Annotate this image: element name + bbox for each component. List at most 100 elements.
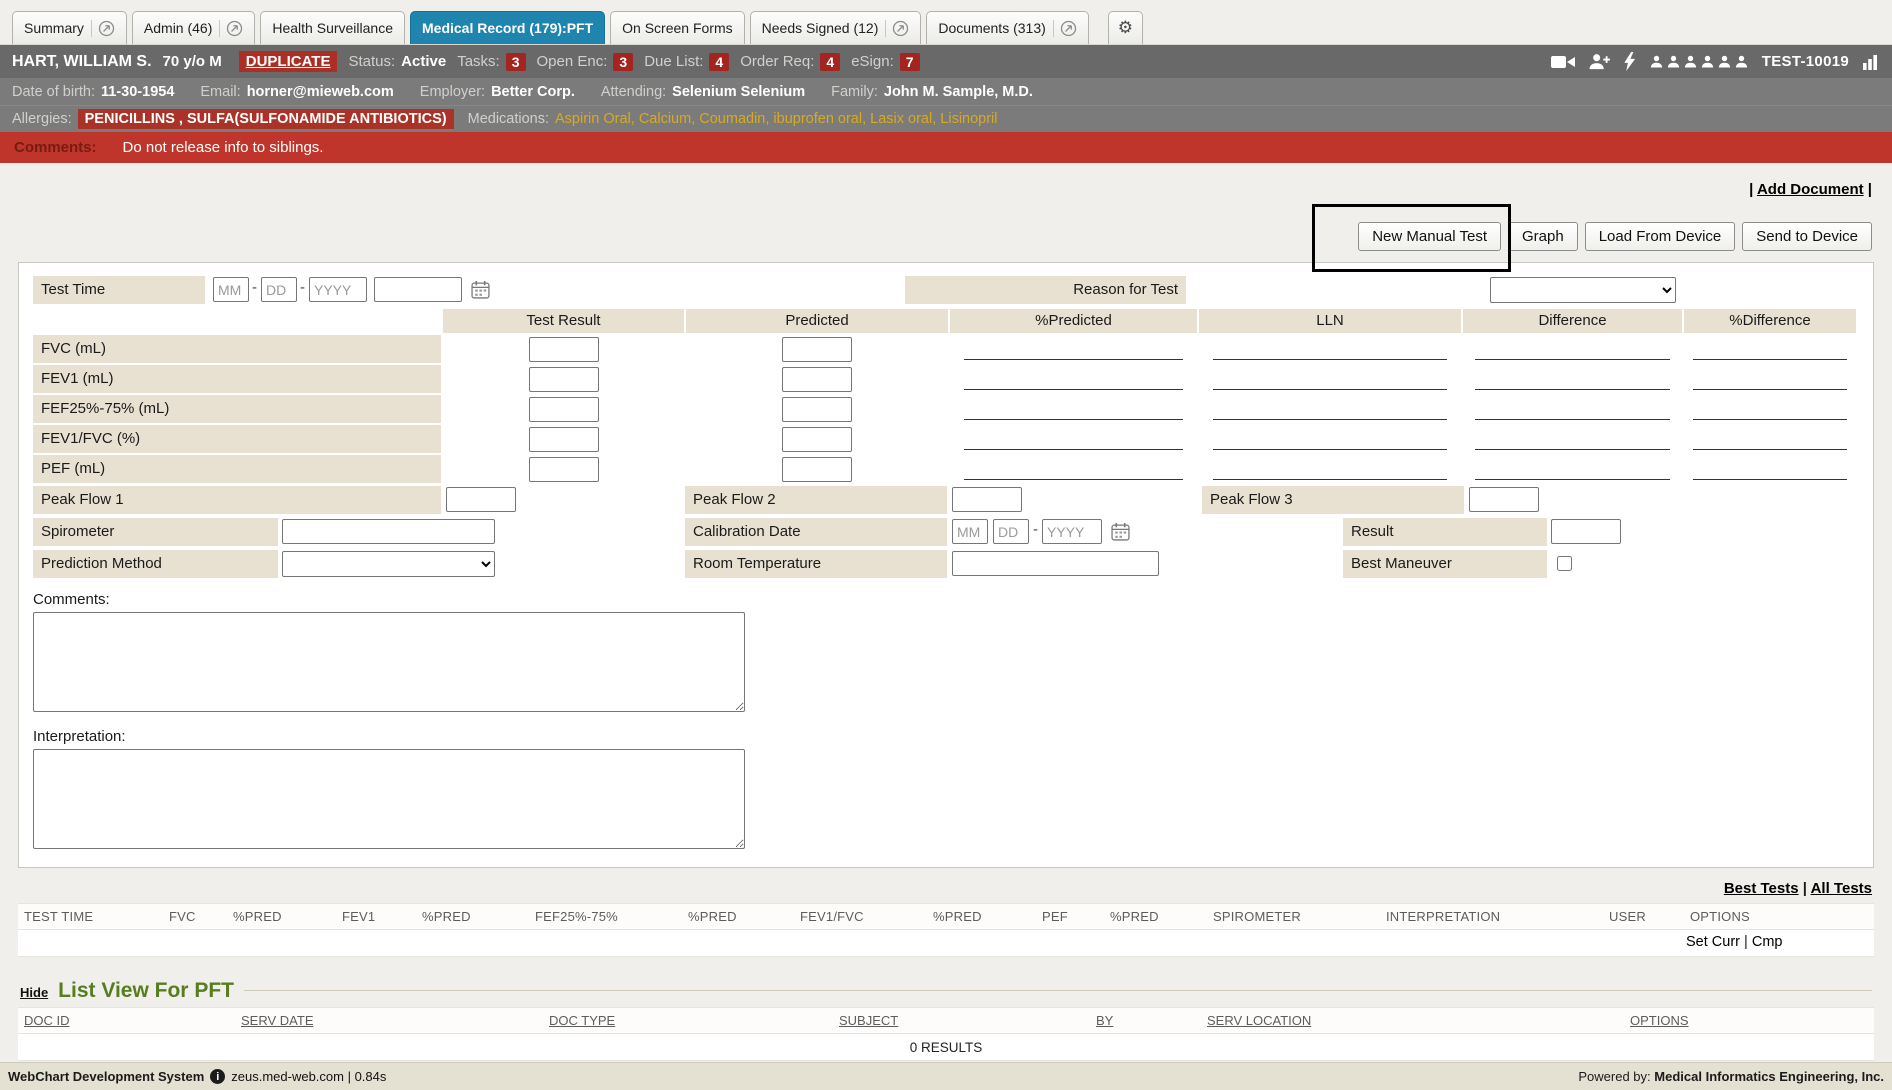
add-document-link[interactable]: Add Document bbox=[1757, 181, 1864, 198]
order-req-count-badge[interactable]: 4 bbox=[820, 53, 840, 71]
tab-health-surveillance-label: Health Surveillance bbox=[272, 20, 393, 36]
popup-icon[interactable] bbox=[885, 20, 909, 37]
best-tests-link[interactable]: Best Tests bbox=[1724, 880, 1799, 897]
cmp-link[interactable]: Cmp bbox=[1752, 934, 1783, 950]
video-camera-icon[interactable] bbox=[1551, 54, 1575, 70]
footer-app-name: WebChart Development System bbox=[8, 1069, 204, 1084]
fef2575-test-result-input[interactable] bbox=[529, 397, 599, 422]
hide-list-view-link[interactable]: Hide bbox=[20, 985, 48, 1000]
lvcol-options[interactable]: OPTIONS bbox=[1630, 1013, 1689, 1028]
esign-count-badge[interactable]: 7 bbox=[900, 53, 920, 71]
popup-icon[interactable] bbox=[91, 20, 115, 37]
calibration-year-input[interactable] bbox=[1042, 519, 1102, 544]
tab-on-screen-forms[interactable]: On Screen Forms bbox=[610, 11, 744, 44]
chart-id: TEST-10019 bbox=[1762, 53, 1849, 70]
fev1-test-result-input[interactable] bbox=[529, 367, 599, 392]
interpretation-textarea[interactable] bbox=[33, 749, 745, 849]
set-curr-link[interactable]: Set Curr bbox=[1686, 934, 1740, 950]
test-time-day-input[interactable] bbox=[261, 277, 297, 302]
tab-documents[interactable]: Documents (313) bbox=[926, 11, 1088, 44]
rcol-pred-1: %PRED bbox=[233, 909, 282, 924]
pef-predicted-input[interactable] bbox=[782, 457, 852, 482]
test-time-month-input[interactable] bbox=[213, 277, 249, 302]
test-time-row: Test Time - - Reason for Test bbox=[33, 275, 1859, 307]
tab-health-surveillance[interactable]: Health Surveillance bbox=[260, 11, 405, 44]
peak-flow-3-input[interactable] bbox=[1469, 487, 1539, 512]
peak-flow-2-input[interactable] bbox=[952, 487, 1022, 512]
fef2575-predicted-input[interactable] bbox=[782, 397, 852, 422]
lvcol-doc-type[interactable]: DOC TYPE bbox=[549, 1013, 615, 1028]
measurement-row-fef2575: FEF25%-75% (mL) bbox=[33, 395, 1859, 423]
lvcol-subject[interactable]: SUBJECT bbox=[839, 1013, 898, 1028]
attending-field: Attending: Selenium Selenium bbox=[601, 84, 805, 100]
tab-settings-gear[interactable]: ⚙ bbox=[1108, 11, 1143, 44]
tasks-count-badge[interactable]: 3 bbox=[506, 53, 526, 71]
rcol-pred-4: %PRED bbox=[933, 909, 982, 924]
bar-chart-icon[interactable] bbox=[1862, 54, 1880, 70]
medication-link[interactable]: Lisinopril bbox=[940, 111, 997, 127]
prediction-method-label: Prediction Method bbox=[33, 550, 278, 578]
best-maneuver-checkbox[interactable] bbox=[1557, 556, 1572, 571]
medication-link[interactable]: Lasix oral bbox=[870, 111, 940, 127]
footer-host-link[interactable]: zeus.med-web.com | 0.84s bbox=[231, 1069, 386, 1084]
lvcol-serv-location[interactable]: SERV LOCATION bbox=[1207, 1013, 1311, 1028]
medication-link[interactable]: Calcium bbox=[639, 111, 699, 127]
medication-link[interactable]: Coumadin bbox=[699, 111, 773, 127]
info-icon[interactable]: i bbox=[210, 1069, 225, 1084]
calendar-icon[interactable] bbox=[1111, 522, 1130, 541]
tab-needs-signed-label: Needs Signed (12) bbox=[762, 20, 879, 36]
fev1fvc-test-result-input[interactable] bbox=[529, 427, 599, 452]
prediction-method-select[interactable] bbox=[282, 551, 495, 577]
open-enc-count-badge[interactable]: 3 bbox=[613, 53, 633, 71]
rcol-pred-2: %PRED bbox=[422, 909, 471, 924]
attending-label: Attending: bbox=[601, 84, 666, 100]
test-time-time-input[interactable] bbox=[374, 277, 462, 302]
tab-summary[interactable]: Summary bbox=[12, 11, 127, 44]
tab-summary-label: Summary bbox=[24, 20, 84, 36]
lightning-icon[interactable] bbox=[1624, 52, 1636, 71]
fev1fvc-predicted-input[interactable] bbox=[782, 427, 852, 452]
patient-group-icons[interactable] bbox=[1649, 54, 1749, 69]
lvcol-doc-id[interactable]: DOC ID bbox=[24, 1013, 70, 1028]
results-table-header: TEST TIME FVC %PRED FEV1 %PRED FEF25%-75… bbox=[18, 903, 1874, 930]
result-input[interactable] bbox=[1551, 519, 1621, 544]
medication-link[interactable]: ibuprofen oral bbox=[773, 111, 870, 127]
tab-on-screen-forms-label: On Screen Forms bbox=[622, 20, 732, 36]
rcol-pred-5: %PRED bbox=[1110, 909, 1159, 924]
email-value[interactable]: horner@mieweb.com bbox=[247, 84, 394, 100]
calibration-day-input[interactable] bbox=[993, 519, 1029, 544]
lvcol-serv-date[interactable]: SERV DATE bbox=[241, 1013, 313, 1028]
peak-flow-1-input[interactable] bbox=[446, 487, 516, 512]
tab-medical-record[interactable]: Medical Record (179):PFT bbox=[410, 11, 605, 44]
fev1fvc-pct-difference-line bbox=[1693, 428, 1846, 450]
test-time-year-input[interactable] bbox=[309, 277, 367, 302]
pef-test-result-input[interactable] bbox=[529, 457, 599, 482]
peak-flow-row: Peak Flow 1 Peak Flow 2 Peak Flow 3 bbox=[33, 485, 1859, 515]
row-label-fev1fvc: FEV1/FVC (%) bbox=[33, 425, 441, 453]
fev1-predicted-input[interactable] bbox=[782, 367, 852, 392]
fvc-predicted-input[interactable] bbox=[782, 337, 852, 362]
due-list-count-badge[interactable]: 4 bbox=[709, 53, 729, 71]
all-tests-link[interactable]: All Tests bbox=[1811, 880, 1872, 897]
tab-needs-signed[interactable]: Needs Signed (12) bbox=[750, 11, 922, 44]
graph-button[interactable]: Graph bbox=[1508, 222, 1578, 251]
comments-textarea[interactable] bbox=[33, 612, 745, 712]
spirometer-input[interactable] bbox=[282, 519, 495, 544]
calibration-month-input[interactable] bbox=[952, 519, 988, 544]
load-from-device-button[interactable]: Load From Device bbox=[1585, 222, 1736, 251]
duplicate-flag[interactable]: DUPLICATE bbox=[239, 51, 338, 72]
room-temperature-input[interactable] bbox=[952, 551, 1159, 576]
lvcol-by[interactable]: BY bbox=[1096, 1013, 1113, 1028]
popup-icon[interactable] bbox=[219, 20, 243, 37]
tab-admin[interactable]: Admin (46) bbox=[132, 11, 255, 44]
send-to-device-button[interactable]: Send to Device bbox=[1742, 222, 1872, 251]
fvc-test-result-input[interactable] bbox=[529, 337, 599, 362]
peak-flow-3-label: Peak Flow 3 bbox=[1202, 486, 1464, 514]
new-manual-test-button[interactable]: New Manual Test bbox=[1358, 222, 1501, 251]
add-person-icon[interactable] bbox=[1588, 52, 1611, 71]
medication-link[interactable]: Aspirin Oral bbox=[555, 111, 639, 127]
calendar-icon[interactable] bbox=[471, 280, 490, 299]
popup-icon[interactable] bbox=[1053, 20, 1077, 37]
allergies-badge[interactable]: PENICILLINS , SULFA(SULFONAMIDE ANTIBIOT… bbox=[78, 109, 454, 129]
reason-for-test-select[interactable] bbox=[1490, 277, 1676, 303]
